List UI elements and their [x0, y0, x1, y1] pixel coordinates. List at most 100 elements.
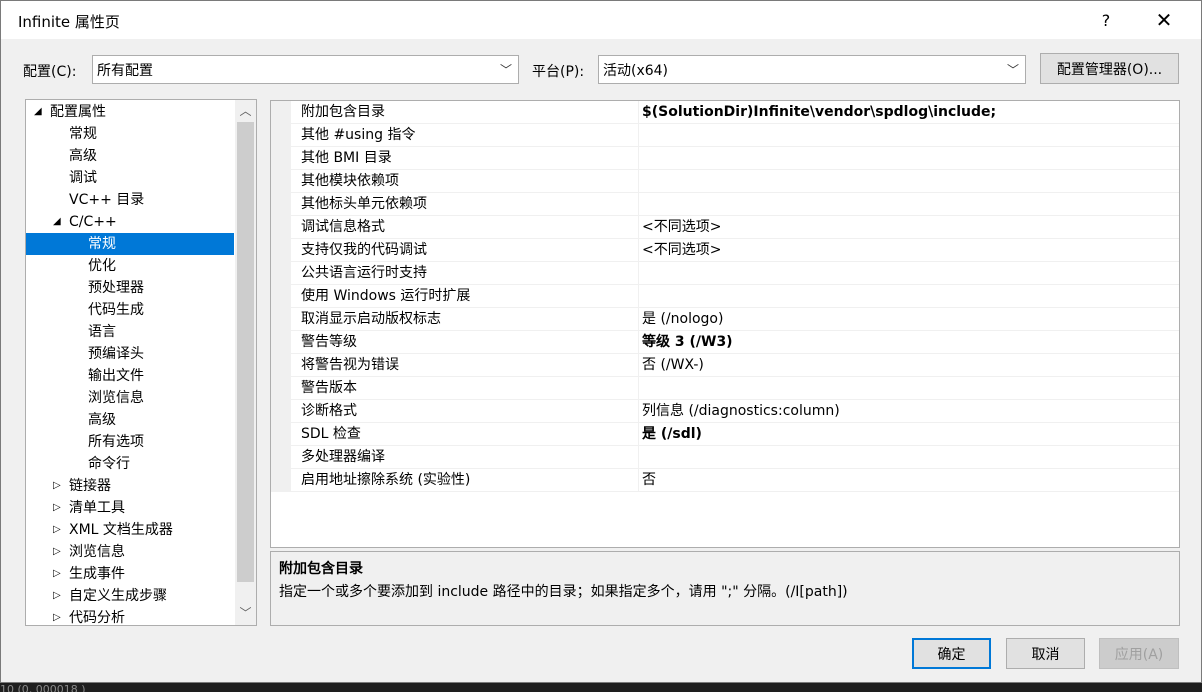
row-gutter: [271, 400, 291, 423]
apply-button[interactable]: 应用(A): [1099, 638, 1179, 669]
row-gutter: [271, 239, 291, 262]
property-value[interactable]: 等级 3 (/W3): [642, 331, 733, 353]
property-row[interactable]: 警告版本: [271, 377, 1179, 400]
property-row[interactable]: 将警告视为错误否 (/WX-): [271, 354, 1179, 377]
configuration-manager-button[interactable]: 配置管理器(O)...: [1040, 53, 1179, 84]
property-name: 公共语言运行时支持: [301, 262, 639, 285]
property-row[interactable]: 支持仅我的代码调试 <不同选项>: [271, 239, 1179, 262]
collapsed-arrow-icon[interactable]: ▷: [53, 563, 61, 585]
close-button[interactable]: ✕: [1141, 1, 1187, 39]
property-row[interactable]: 附加包含目录 $(SolutionDir)Infinite\vendor\spdl…: [271, 101, 1179, 124]
property-row[interactable]: 多处理器编译: [271, 446, 1179, 469]
property-value[interactable]: 否: [642, 469, 656, 491]
collapsed-arrow-icon[interactable]: ▷: [53, 607, 61, 625]
tree-item[interactable]: ▷ 生成事件: [26, 563, 234, 585]
property-grid[interactable]: 附加包含目录 $(SolutionDir)Infinite\vendor\spdl…: [270, 100, 1180, 548]
property-name: 启用地址擦除系统 (实验性): [301, 469, 639, 492]
help-button[interactable]: ?: [1083, 1, 1129, 39]
tree-item[interactable]: 语言: [26, 321, 234, 343]
tree-item-label: 优化: [88, 258, 116, 274]
property-name: 其他模块依赖项: [301, 170, 639, 193]
property-value[interactable]: <不同选项>: [642, 239, 721, 261]
row-gutter: [271, 101, 291, 124]
tree-item[interactable]: 输出文件: [26, 365, 234, 387]
property-row[interactable]: 启用地址擦除系统 (实验性) 否: [271, 469, 1179, 492]
collapsed-arrow-icon[interactable]: ▷: [53, 519, 61, 541]
tree-scrollbar[interactable]: ︿ ﹀: [235, 100, 256, 625]
property-name: 将警告视为错误: [301, 354, 639, 377]
platform-select[interactable]: 活动(x64) ﹀: [598, 55, 1026, 84]
property-name: 取消显示启动版权标志: [301, 308, 639, 331]
property-row[interactable]: 诊断格式 列信息 (/diagnostics:column): [271, 400, 1179, 423]
property-row[interactable]: 其他 #using 指令: [271, 124, 1179, 147]
property-name: 其他标头单元依赖项: [301, 193, 639, 216]
tree-item[interactable]: ▷ 链接器: [26, 475, 234, 497]
property-row[interactable]: 其他标头单元依赖项: [271, 193, 1179, 216]
tree-item[interactable]: ▷ 浏览信息: [26, 541, 234, 563]
property-name: 警告版本: [301, 377, 639, 400]
property-row[interactable]: 取消显示启动版权标志是 (/nologo): [271, 308, 1179, 331]
tree-item-label: 命令行: [88, 456, 130, 472]
property-value[interactable]: 否 (/WX-): [642, 354, 704, 376]
platform-value: 活动(x64): [603, 62, 669, 79]
tree-item[interactable]: ▷ XML 文档生成器: [26, 519, 234, 541]
property-value[interactable]: 列信息 (/diagnostics:column): [642, 400, 840, 422]
tree-item[interactable]: 预编译头: [26, 343, 234, 365]
tree-item[interactable]: 预处理器: [26, 277, 234, 299]
row-gutter: [271, 469, 291, 492]
tree-item[interactable]: 优化: [26, 255, 234, 277]
tree-item[interactable]: 高级: [26, 409, 234, 431]
property-row[interactable]: 其他 BMI 目录: [271, 147, 1179, 170]
tree-item[interactable]: VC++ 目录: [26, 189, 234, 211]
row-gutter: [271, 423, 291, 446]
row-gutter: [271, 193, 291, 216]
tree-item-label: 常规: [88, 236, 116, 252]
property-name: 多处理器编译: [301, 446, 639, 469]
tree-item[interactable]: ▷ 清单工具: [26, 497, 234, 519]
tree-item-label: 代码生成: [88, 302, 144, 318]
tree-item[interactable]: ◢ C/C++: [26, 211, 234, 233]
collapsed-arrow-icon[interactable]: ▷: [53, 475, 61, 497]
tree-item[interactable]: 代码生成: [26, 299, 234, 321]
ok-button[interactable]: 确定: [912, 638, 991, 669]
property-row[interactable]: 调试信息格式 <不同选项>: [271, 216, 1179, 239]
property-tree[interactable]: ▷ 代码分析 ▷ 自定义生成步骤 ▷ 生成事件 ▷ 浏览信息 ▷ XML 文档生成器 ▷ 清单工具 ▷ 链…: [25, 99, 257, 626]
property-value[interactable]: 是 (/sdl): [642, 423, 702, 445]
tree-item[interactable]: 浏览信息: [26, 387, 234, 409]
collapsed-arrow-icon[interactable]: ▷: [53, 541, 61, 563]
property-row[interactable]: 公共语言运行时支持: [271, 262, 1179, 285]
expanded-arrow-icon[interactable]: ◢: [53, 211, 61, 233]
collapsed-arrow-icon[interactable]: ▷: [53, 585, 61, 607]
property-row[interactable]: 使用 Windows 运行时扩展: [271, 285, 1179, 308]
tree-item[interactable]: 常规: [26, 123, 234, 145]
tree-item[interactable]: 命令行: [26, 453, 234, 475]
cancel-button[interactable]: 取消: [1006, 638, 1085, 669]
tree-item-label: 链接器: [69, 478, 111, 494]
collapsed-arrow-icon[interactable]: ▷: [53, 497, 61, 519]
tree-item[interactable]: 所有选项: [26, 431, 234, 453]
tree-item-label: 浏览信息: [69, 544, 125, 560]
chevron-up-icon[interactable]: ︿: [235, 100, 256, 121]
scroll-thumb[interactable]: [237, 122, 254, 582]
tree-item[interactable]: ▷ 代码分析: [26, 607, 234, 626]
tree-item[interactable]: ◢ 配置属性: [26, 101, 234, 123]
tree-item-label: 代码分析: [69, 610, 125, 626]
property-value[interactable]: <不同选项>: [642, 216, 721, 238]
property-value[interactable]: 是 (/nologo): [642, 308, 723, 330]
tree-item[interactable]: 高级: [26, 145, 234, 167]
chevron-down-icon[interactable]: ﹀: [235, 602, 256, 623]
tree-item[interactable]: 调试: [26, 167, 234, 189]
chevron-down-icon: ﹀: [1006, 63, 1019, 77]
expanded-arrow-icon[interactable]: ◢: [34, 101, 42, 123]
property-row[interactable]: 其他模块依赖项: [271, 170, 1179, 193]
tree-item[interactable]: 常规: [26, 233, 234, 255]
configuration-select[interactable]: 所有配置 ﹀: [92, 55, 519, 84]
title-bar: Infinite 属性页 ? ✕: [1, 1, 1201, 39]
property-value[interactable]: $(SolutionDir)Infinite\vendor\spdlog\inc…: [642, 101, 996, 123]
property-row[interactable]: 警告等级 等级 3 (/W3): [271, 331, 1179, 354]
tree-item[interactable]: ▷ 自定义生成步骤: [26, 585, 234, 607]
configuration-value: 所有配置: [97, 62, 153, 79]
property-row[interactable]: SDL 检查是 (/sdl): [271, 423, 1179, 446]
property-name: 其他 #using 指令: [301, 124, 639, 147]
tree-item-label: 语言: [88, 324, 116, 340]
